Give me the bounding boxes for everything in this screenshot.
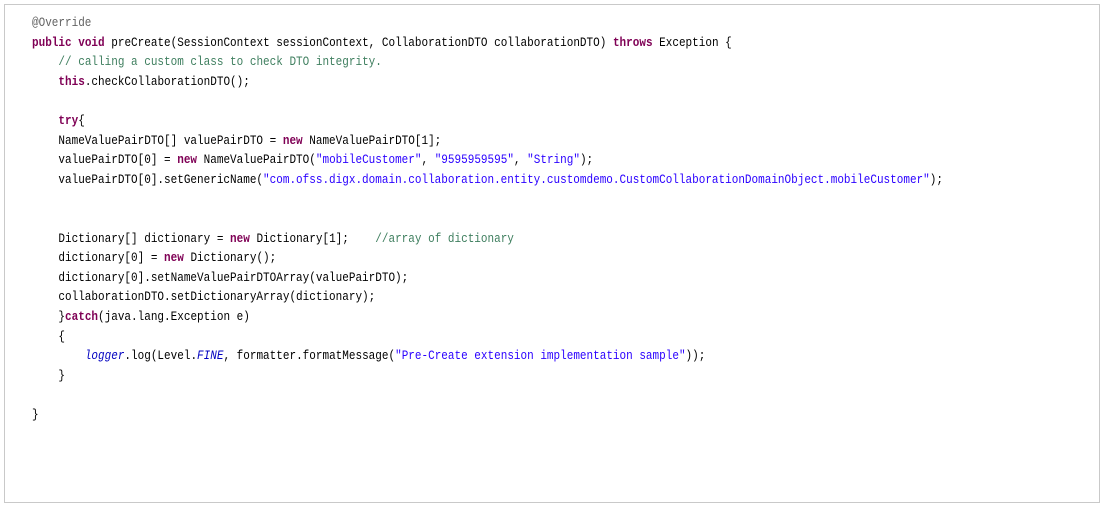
code-line: collaborationDTO.setDictionaryArray(dict… (32, 288, 943, 308)
code-token-plain: } (32, 368, 66, 383)
code-token-plain: ); (579, 153, 594, 168)
code-line: @Override (32, 14, 943, 34)
code-line: valuePairDTO[0] = new NameValuePairDTO("… (32, 151, 943, 171)
code-token-plain: Exception { (652, 35, 732, 50)
code-token-plain: } (32, 407, 39, 422)
code-token-plain: , formatter.formatMessage( (223, 349, 396, 364)
code-token-plain: (java.lang.Exception e) (98, 309, 250, 324)
code-token-plain: , (513, 153, 528, 168)
code-token-plain: NameValuePairDTO[1]; (302, 133, 442, 148)
code-token-plain: { (32, 329, 66, 344)
code-token-plain: valuePairDTO[0] = (32, 153, 178, 168)
code-token-keyword: try (58, 113, 79, 128)
code-line: valuePairDTO[0].setGenericName("com.ofss… (32, 171, 943, 191)
code-token-keyword: new (177, 153, 198, 168)
code-line: // calling a custom class to check DTO i… (32, 53, 943, 73)
code-line: Dictionary[] dictionary = new Dictionary… (32, 230, 943, 250)
code-token-comment: //array of dictionary (375, 231, 514, 246)
code-token-plain: , (421, 153, 435, 168)
code-token-plain: collaborationDTO.setDictionaryArray(dict… (32, 290, 376, 305)
code-token-string: "String" (527, 153, 580, 168)
code-token-keyword: new (164, 251, 184, 266)
code-token-plain: .checkCollaborationDTO(); (84, 74, 250, 89)
code-token-annotation: @Override (32, 16, 92, 30)
code-line: }catch(java.lang.Exception e) (32, 308, 943, 328)
code-token-string: "9595959595" (434, 153, 514, 168)
code-line: dictionary[0].setNameValuePairDTOArray(v… (32, 269, 943, 289)
code-token-string: "com.ofss.digx.domain.collaboration.enti… (263, 172, 930, 187)
code-line: } (32, 367, 943, 387)
code-editor[interactable]: @Override public void preCreate(SessionCo… (4, 4, 1100, 503)
code-token-plain: preCreate(SessionContext sessionContext,… (104, 35, 613, 50)
code-token-plain: } (32, 309, 66, 324)
code-line: try{ (32, 112, 943, 132)
code-token-plain: NameValuePairDTO( (197, 153, 316, 168)
code-token-plain: dictionary[0].setNameValuePairDTOArray(v… (32, 270, 409, 285)
code-token-plain: valuePairDTO[0].setGenericName( (32, 172, 264, 187)
code-token-keyword: new (282, 133, 303, 148)
code-line: { (32, 328, 943, 348)
code-token-plain: )); (685, 349, 706, 364)
code-token-plain: Dictionary[1]; (249, 231, 376, 246)
code-token-plain: Dictionary(); (183, 251, 277, 266)
code-token-field-static: FINE (197, 349, 224, 364)
code-line: this.checkCollaborationDTO(); (32, 73, 943, 93)
code-token-comment: // calling a custom class to check DTO i… (58, 55, 382, 70)
code-token-field-italic: logger (84, 349, 125, 364)
code-line: dictionary[0] = new Dictionary(); (32, 249, 943, 269)
code-block: @Override public void preCreate(SessionCo… (32, 14, 943, 425)
code-line: logger.log(Level.FINE, formatter.formatM… (32, 347, 943, 367)
code-line: public void preCreate(SessionContext ses… (32, 34, 943, 54)
code-token-plain: { (78, 113, 85, 128)
code-token-keyword: new (230, 231, 250, 246)
code-token-keyword: this (58, 74, 85, 89)
code-token-plain: .log(Level. (124, 349, 198, 364)
code-token-string: "mobileCustomer" (315, 153, 422, 168)
code-token-plain: dictionary[0] = (32, 251, 165, 266)
code-token-plain: Dictionary[] dictionary = (32, 231, 231, 246)
code-token-keyword: throws (612, 35, 653, 50)
code-line: } (32, 406, 943, 426)
code-token-plain: ); (929, 172, 943, 187)
code-line: NameValuePairDTO[] valuePairDTO = new Na… (32, 132, 943, 152)
code-token-plain: NameValuePairDTO[] valuePairDTO = (32, 133, 283, 148)
code-token-keyword: public (32, 35, 72, 50)
code-token-string: "Pre-Create extension implementation sam… (395, 349, 686, 364)
code-token-keyword: catch (65, 309, 99, 324)
code-token-keyword: void (78, 35, 105, 50)
